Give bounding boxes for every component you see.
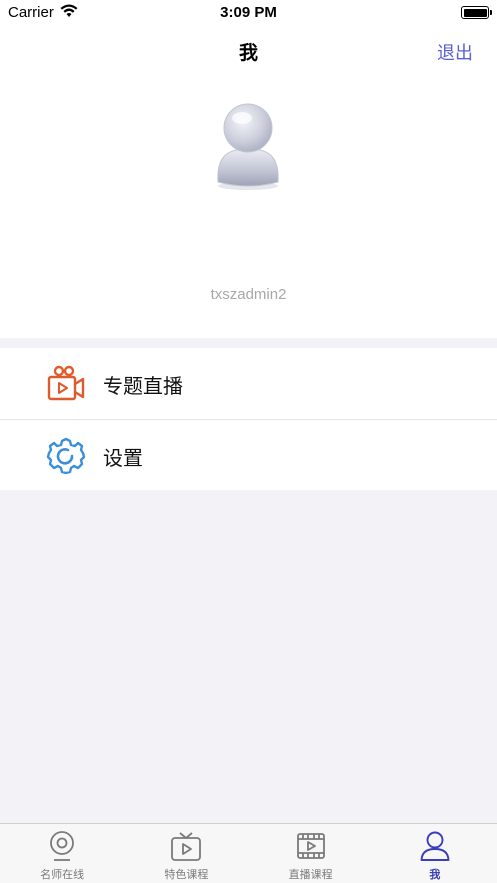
tab-featured-courses[interactable]: 特色课程: [124, 824, 248, 883]
menu-item-label: 设置: [103, 446, 143, 470]
video-camera-icon: [47, 365, 85, 401]
menu-item-settings[interactable]: 设置: [0, 419, 497, 490]
tab-bar: 名师在线 特色课程 直播课程 我: [0, 823, 497, 883]
page-title: 我: [238, 42, 258, 64]
username: txszadmin2: [210, 286, 287, 303]
tab-teachers-online[interactable]: 名师在线: [0, 824, 124, 883]
gear-icon: [46, 437, 86, 475]
menu-item-label: 专题直播: [103, 374, 183, 398]
navigation-bar: 我 退出: [0, 28, 497, 74]
tv-play-icon: [171, 832, 202, 861]
battery-icon: [461, 6, 492, 19]
tab-label: 我: [429, 868, 441, 881]
profile-header: txszadmin2: [0, 74, 497, 338]
tab-me[interactable]: 我: [373, 824, 497, 883]
person-icon: [420, 831, 450, 861]
logout-button[interactable]: 退出: [437, 39, 473, 65]
clock: 3:09 PM: [220, 4, 277, 21]
webcam-icon: [50, 831, 75, 861]
avatar-icon[interactable]: [214, 102, 282, 192]
menu-list: 专题直播 设置: [0, 348, 497, 490]
status-bar: Carrier 3:09 PM: [0, 0, 497, 28]
tab-live-courses[interactable]: 直播课程: [249, 824, 373, 883]
film-play-icon: [296, 833, 325, 859]
tab-label: 直播课程: [288, 868, 333, 881]
tab-label: 名师在线: [40, 868, 85, 881]
menu-item-live-topics[interactable]: 专题直播: [0, 348, 497, 419]
tab-label: 特色课程: [164, 868, 209, 881]
